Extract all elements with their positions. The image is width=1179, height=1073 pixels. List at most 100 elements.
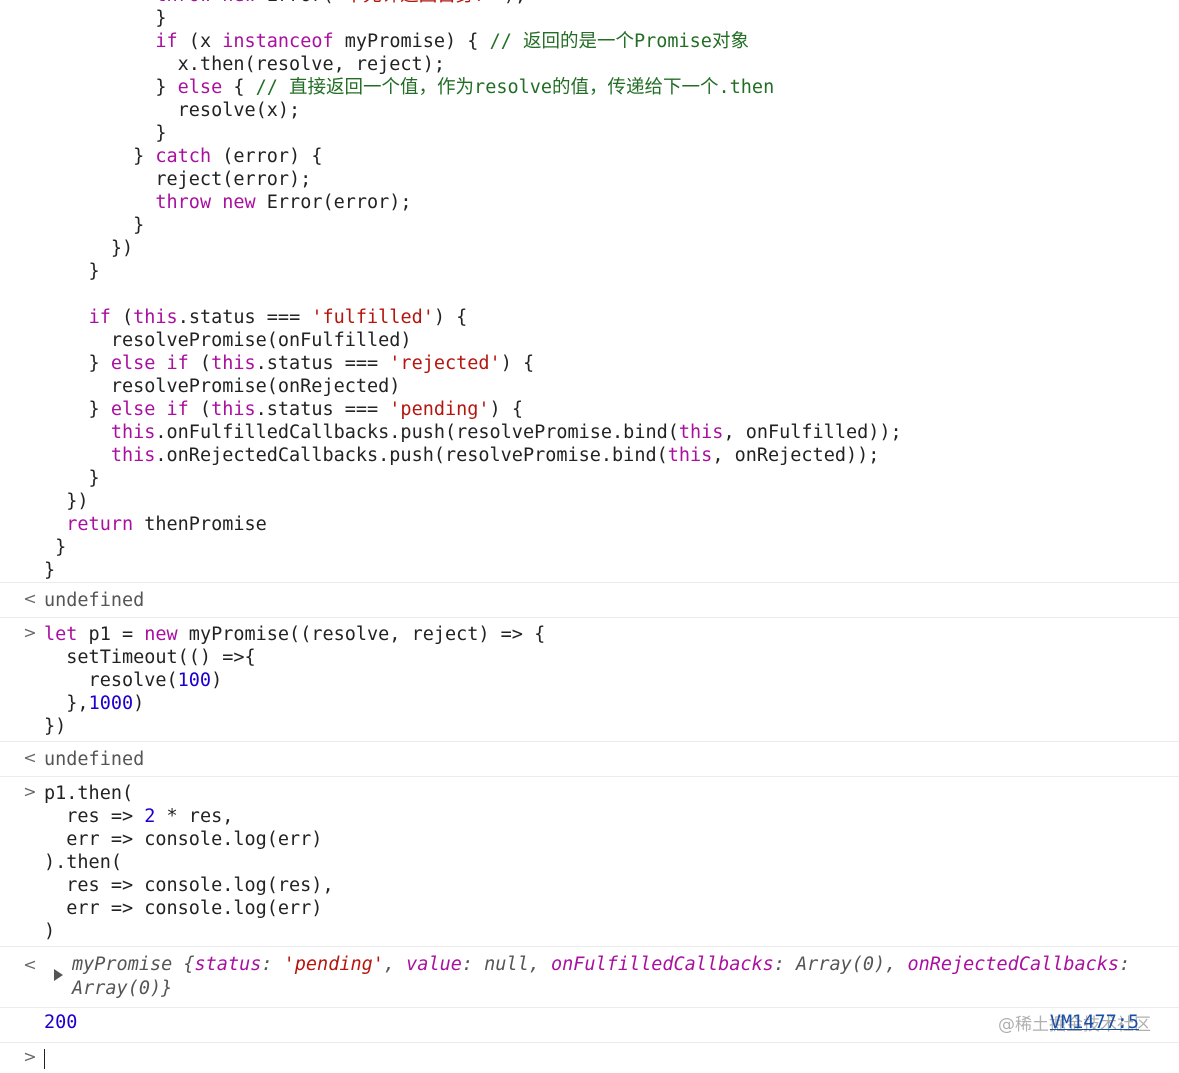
code-token: ) — [44, 921, 56, 942]
code-line: ) — [44, 920, 1179, 943]
code-token: err => console.log(err) — [44, 829, 323, 850]
code-token: myPromise) { — [333, 31, 490, 52]
prop-value: null — [484, 954, 529, 975]
code-token: } — [44, 215, 145, 236]
code-token: , onRejected)); — [712, 445, 880, 466]
code-token: this — [110, 422, 156, 443]
code-token: resolvePromise(onRejected) — [44, 376, 401, 397]
code-line: } — [44, 559, 1179, 582]
code-token: '不允许返回自身！' — [334, 0, 504, 6]
code-line: err => console.log(err) — [44, 897, 1179, 920]
code-token: resolvePromise(onFulfilled) — [44, 330, 412, 351]
code-token: this — [133, 307, 178, 328]
code-token: 1000 — [88, 693, 134, 714]
result-arrow-icon: < — [23, 589, 37, 608]
code-line: ).then( — [44, 851, 1179, 874]
code-line: if (x instanceof myPromise) { // 返回的是一个P… — [44, 30, 1179, 53]
prop-key: status — [194, 954, 262, 975]
code-line: res => console.log(res), — [44, 874, 1179, 897]
code-line: }) — [44, 490, 1179, 513]
code-token: resolve( — [44, 670, 178, 691]
code-token: } — [44, 123, 167, 144]
input-chevron-icon: > — [23, 623, 37, 642]
input-chevron-icon: > — [23, 782, 37, 801]
code-line: if (this.status === 'fulfilled') { — [44, 306, 1179, 329]
code-token: ) { — [433, 307, 468, 328]
code-token: ( — [188, 353, 212, 374]
code-token: ) { — [489, 399, 523, 420]
prop-key: value — [406, 954, 462, 975]
code-token: throw new — [155, 192, 256, 213]
code-token: } — [44, 560, 56, 581]
code-token: , onFulfilled)); — [723, 422, 902, 443]
result-arrow-icon: < — [23, 955, 37, 974]
code-line: } else if (this.status === 'pending') { — [44, 398, 1179, 421]
code-token: }) — [44, 238, 134, 259]
code-token: // 直接返回一个值，作为resolve的值，传递给下一个.then — [255, 77, 775, 98]
code-token: ) { — [500, 353, 535, 374]
console-input-block-2: > let p1 = new myPromise((resolve, rejec… — [0, 617, 1179, 741]
code-line: let p1 = new myPromise((resolve, reject)… — [44, 623, 1179, 646]
code-line: } catch (error) { — [44, 145, 1179, 168]
code-line: throw new Error('不允许返回自身！'); — [44, 0, 1179, 7]
code-token: new — [144, 624, 178, 645]
code-token: resolve(x); — [44, 100, 301, 121]
code-token: }) — [44, 491, 89, 512]
code-line: this.onRejectedCallbacks.push(resolvePro… — [44, 444, 1179, 467]
code-block-2[interactable]: let p1 = new myPromise((resolve, reject)… — [44, 623, 1179, 738]
code-token: let — [44, 624, 78, 645]
result-value: undefined — [44, 590, 145, 611]
expand-triangle-icon[interactable] — [54, 969, 63, 981]
code-line: res => 2 * res, — [44, 805, 1179, 828]
code-token: ( — [188, 399, 212, 420]
code-line: }) — [44, 715, 1179, 738]
code-line: setTimeout(() =>{ — [44, 646, 1179, 669]
code-token: }, — [44, 693, 89, 714]
code-token: } — [44, 77, 178, 98]
code-line: reject(error); — [44, 168, 1179, 191]
devtools-console: throw new Error('不允许返回自身！'); } if (x ins… — [0, 0, 1179, 1069]
code-line: this.onFulfilledCallbacks.push(resolvePr… — [44, 421, 1179, 444]
code-token: 'pending' — [389, 399, 490, 420]
console-log-entry: 200 @稀土掘金技术社区 VM1477:5 — [0, 1007, 1179, 1042]
code-token: else if — [110, 353, 189, 374]
code-line: err => console.log(err) — [44, 828, 1179, 851]
result-arrow-icon: < — [23, 748, 37, 767]
code-line: } — [44, 214, 1179, 237]
code-token: ( — [110, 307, 134, 328]
code-token: .onRejectedCallbacks.push(resolvePromise… — [155, 445, 668, 466]
code-token: 2 — [144, 806, 156, 827]
code-token: .status === — [177, 307, 312, 328]
code-line: } — [44, 7, 1179, 30]
code-token: reject(error); — [44, 169, 312, 190]
code-token: myPromise((resolve, reject) => { — [177, 624, 546, 645]
code-token: } — [44, 468, 100, 489]
code-block-3[interactable]: p1.then( res => 2 * res, err => console.… — [44, 782, 1179, 943]
console-input-block-1: throw new Error('不允许返回自身！'); } if (x ins… — [0, 0, 1179, 582]
code-line: } — [44, 536, 1179, 559]
code-token: thenPromise — [133, 514, 267, 535]
source-link[interactable]: VM1477:5 — [1050, 1012, 1139, 1033]
code-block-1[interactable]: throw new Error('不允许返回自身！'); } if (x ins… — [44, 0, 1179, 582]
code-token: }) — [44, 716, 67, 737]
code-token: res => — [44, 806, 145, 827]
code-token: } — [44, 146, 156, 167]
code-token: catch — [155, 146, 212, 167]
code-token: instanceof — [222, 31, 334, 52]
code-token: (x — [177, 31, 223, 52]
promise-object-preview[interactable]: myPromise {status: 'pending', value: nul… — [72, 953, 1152, 1001]
code-token: throw new — [155, 0, 255, 6]
code-line: return thenPromise — [44, 513, 1179, 536]
code-token: (error) { — [211, 146, 323, 167]
text-cursor[interactable] — [44, 1049, 45, 1069]
code-token: else — [177, 77, 223, 98]
code-token: return — [66, 514, 134, 535]
code-token: this — [211, 353, 256, 374]
code-token: res => console.log(res), — [44, 875, 334, 896]
